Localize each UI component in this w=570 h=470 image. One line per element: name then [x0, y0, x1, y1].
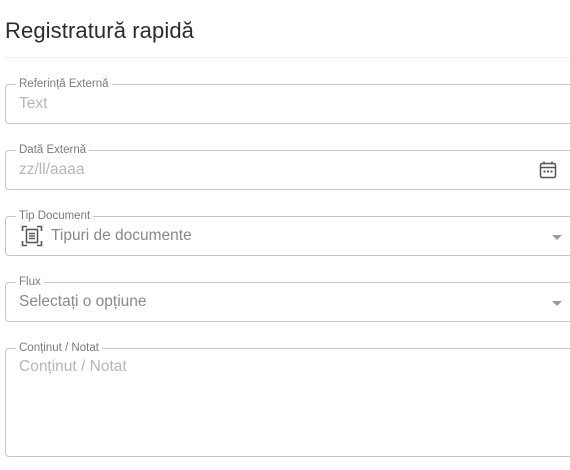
flow-select[interactable]: Flux Selectați o opțiune	[5, 275, 570, 322]
flow-selected: Selectați o opțiune	[19, 293, 147, 310]
document-type-select[interactable]: Tip Document Tipuri de documente	[5, 209, 570, 256]
external-reference-field[interactable]: Referință Externă	[5, 77, 570, 124]
title-divider	[5, 57, 570, 58]
chevron-down-icon[interactable]	[552, 301, 562, 306]
quick-registry-form: Registratură rapidă Referință Externă Da…	[0, 0, 570, 470]
external-date-input[interactable]	[19, 160, 499, 180]
document-type-label: Tip Document	[16, 209, 94, 223]
external-date-label: Dată Externă	[16, 143, 90, 157]
chevron-down-icon[interactable]	[552, 235, 562, 240]
content-note-label: Conținut / Notat	[16, 341, 102, 355]
content-note-field[interactable]: Conținut / Notat	[5, 341, 570, 457]
flow-label: Flux	[16, 275, 44, 289]
document-scan-icon	[21, 225, 43, 252]
page-title: Registratură rapidă	[5, 18, 194, 43]
external-date-field[interactable]: Dată Externă	[5, 143, 570, 190]
external-reference-input[interactable]	[19, 94, 539, 114]
calendar-icon[interactable]	[538, 160, 558, 185]
document-type-selected: Tipuri de documente	[51, 227, 192, 244]
external-reference-label: Referință Externă	[16, 77, 112, 91]
content-note-textarea[interactable]	[19, 358, 549, 448]
